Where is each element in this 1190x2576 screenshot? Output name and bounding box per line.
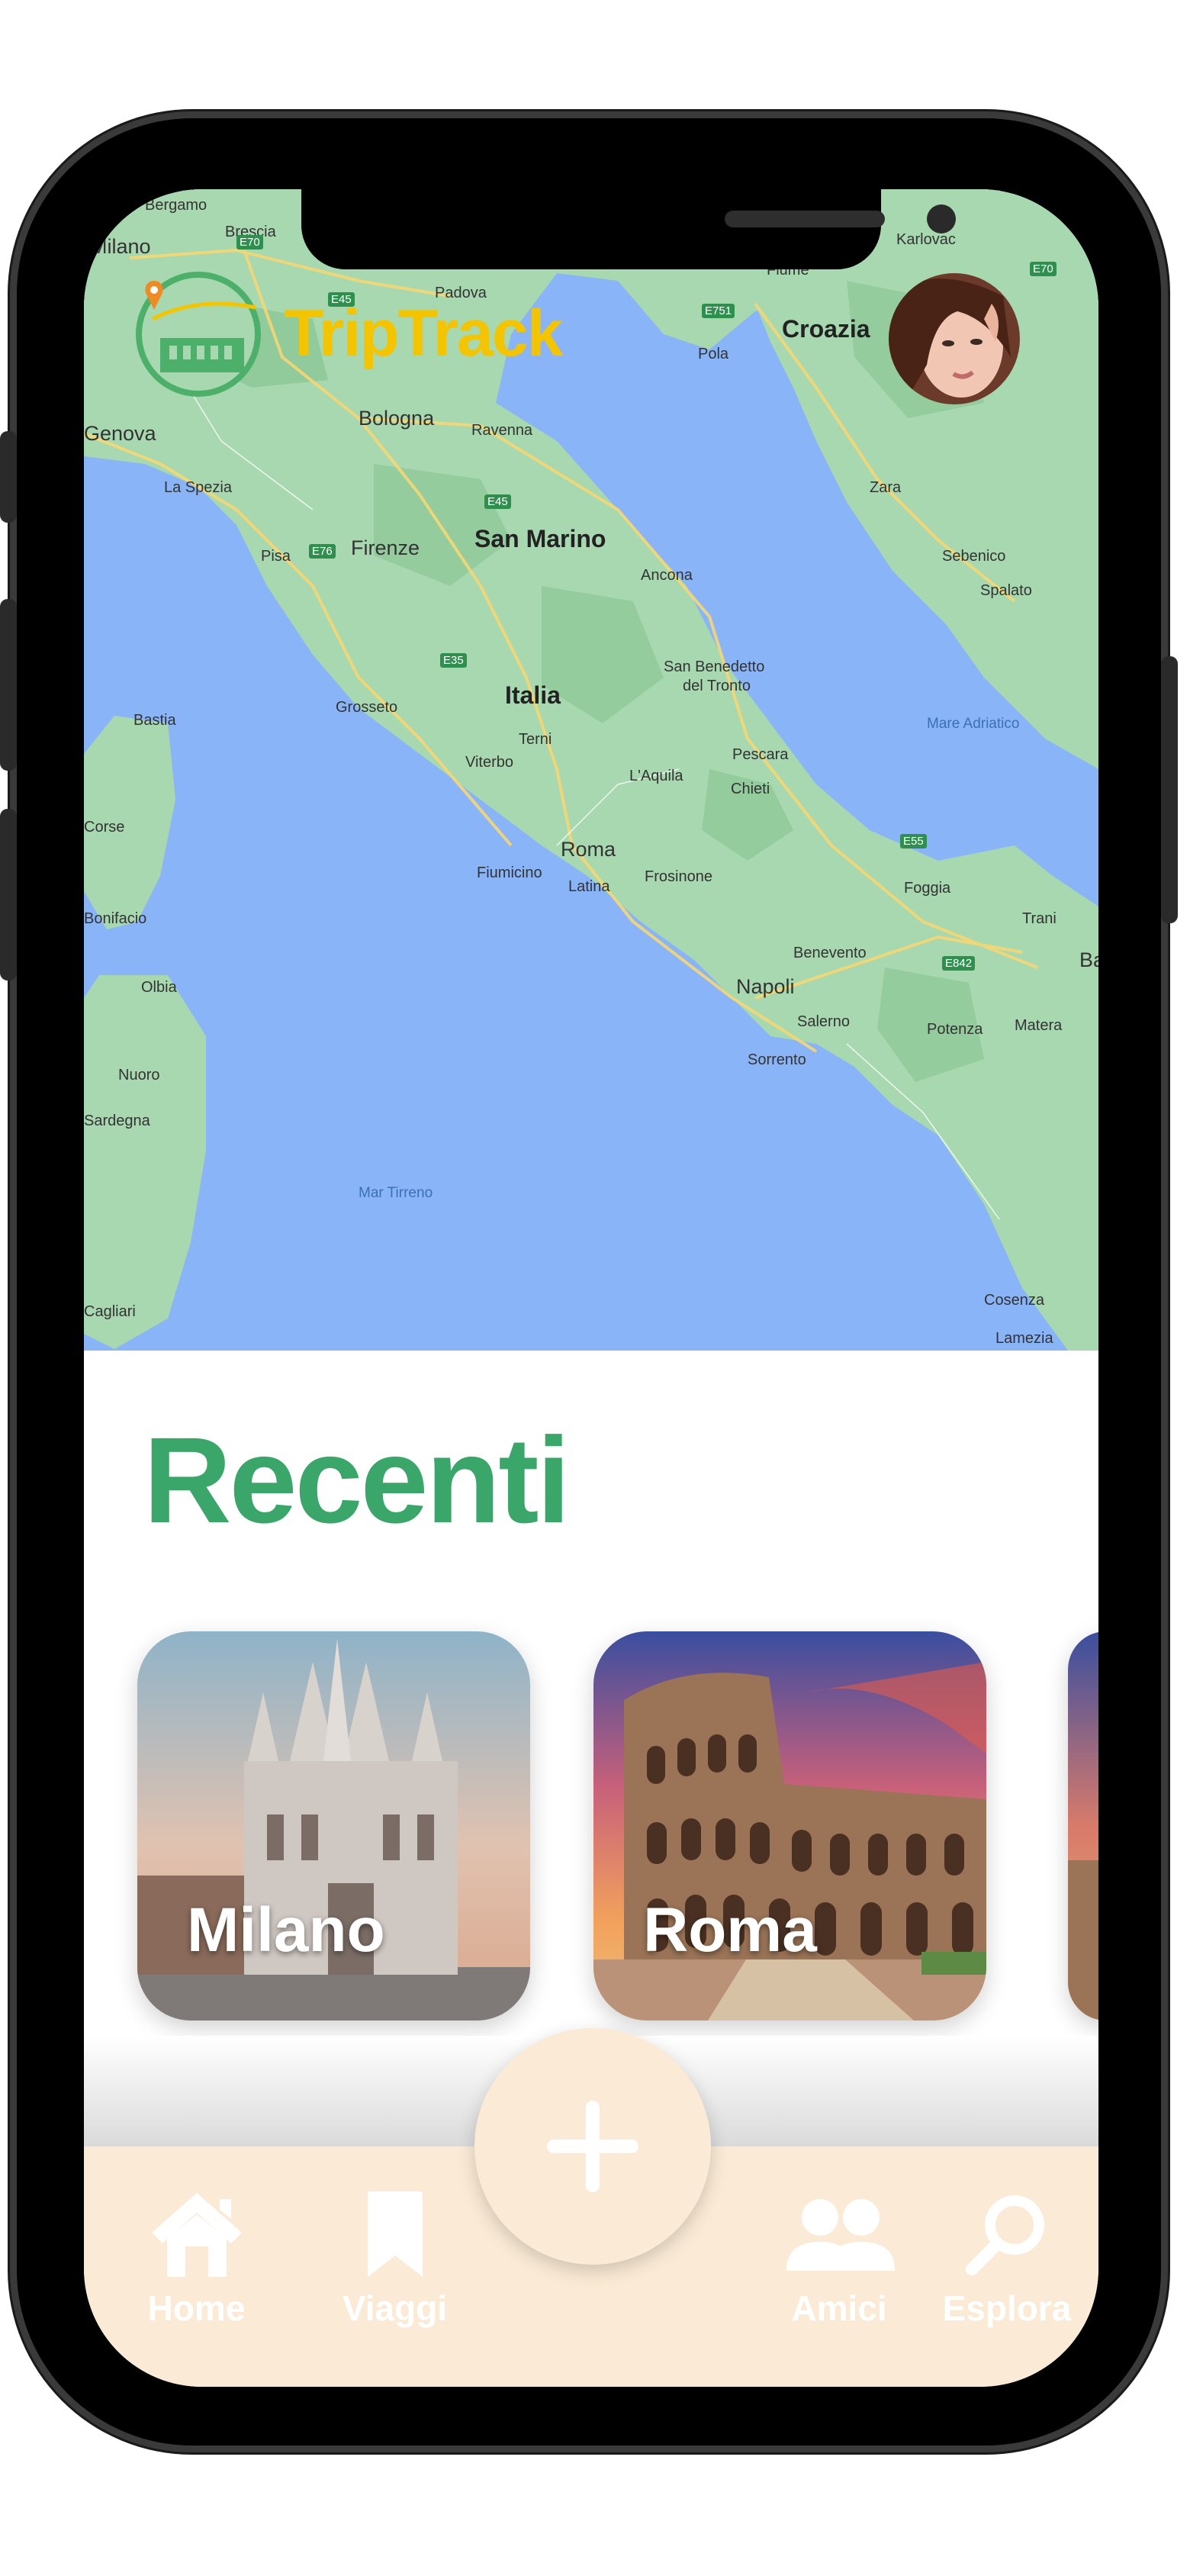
- map-place-label: Sardegna: [84, 1113, 150, 1129]
- nav-friends[interactable]: Amici: [782, 2188, 896, 2329]
- map-place-label: L'Aquila: [629, 768, 683, 784]
- map-place-label: Bergamo: [145, 197, 207, 214]
- map-place-label: Spalato: [980, 582, 1032, 599]
- map-place-label: Bonifacio: [84, 910, 147, 927]
- trip-card-roma[interactable]: Roma: [593, 1631, 986, 2021]
- map-road-label: E70: [236, 235, 263, 250]
- map-place-label: Viterbo: [465, 754, 514, 771]
- map-place-label: Chieti: [731, 781, 770, 797]
- map-place-label: Zara: [870, 479, 902, 496]
- map-place-label: Bologna: [359, 407, 435, 430]
- user-avatar[interactable]: [889, 273, 1020, 404]
- map-place-label: San Marino: [474, 525, 606, 552]
- map-place-label: Fiumicino: [477, 865, 542, 881]
- map-road-label: E55: [900, 834, 927, 848]
- map-place-label: Benevento: [793, 945, 867, 961]
- notch: [301, 189, 956, 269]
- front-camera: [927, 204, 956, 233]
- search-icon: [966, 2195, 1044, 2275]
- map-place-label: Pola: [698, 346, 729, 362]
- nav-home[interactable]: Home: [137, 2188, 256, 2329]
- trip-image-partial: [1068, 1631, 1098, 2021]
- mute-switch: [0, 431, 17, 523]
- app-name: TripTrack: [284, 297, 563, 370]
- map-place-label: Ba: [1079, 948, 1098, 971]
- map-place-label: Cagliari: [84, 1303, 136, 1320]
- volume-up-button: [0, 599, 17, 771]
- map-place-label: Cosenza: [984, 1292, 1044, 1309]
- users-icon: [786, 2199, 895, 2271]
- nav-trips-label: Viaggi: [342, 2288, 448, 2328]
- map-road-label: E70: [1030, 262, 1057, 276]
- map-sea-label: Mare Adriatico: [927, 716, 1020, 732]
- home-icon: [151, 2193, 242, 2277]
- map-place-label: Pescara: [732, 746, 789, 763]
- card-label: Roma: [643, 1895, 817, 1965]
- bookmark-icon: [367, 2191, 423, 2277]
- recent-section-title: Recenti: [143, 1412, 571, 1548]
- map-place-label: Pisa: [261, 548, 291, 565]
- map-place-label: Bastia: [133, 712, 176, 729]
- map-place-label: Corse: [84, 819, 125, 836]
- map-road-label: E842: [942, 956, 976, 971]
- map-place-label: Sebenico: [942, 548, 1006, 565]
- volume-down-button: [0, 809, 17, 980]
- map-place-label: Karlovac: [896, 231, 956, 248]
- map-place-label: Italia: [505, 681, 561, 709]
- map-place-label: del Tronto: [683, 678, 751, 694]
- map-place-label: Foggia: [904, 880, 951, 897]
- map-place-label: Croazia: [782, 315, 870, 343]
- map-place-label: Genova: [84, 422, 156, 445]
- map-place-label: Frosinone: [645, 868, 712, 885]
- card-label: Milano: [187, 1895, 385, 1965]
- map-place-label: Ravenna: [471, 422, 533, 439]
- nav-explore-label: Esplora: [942, 2288, 1072, 2328]
- map-road-label: E76: [309, 544, 336, 559]
- app-screen: Bergamo Brescia Milano Padova Fiume Karlovac P…: [84, 189, 1098, 2387]
- speaker: [725, 211, 885, 227]
- map-place-label: Nuoro: [118, 1067, 160, 1084]
- map-place-label: San Benedetto: [664, 658, 765, 675]
- map-sea-label: Mar Tirreno: [359, 1185, 433, 1201]
- map-place-label: Ancona: [641, 567, 693, 584]
- map-place-label: Matera: [1015, 1017, 1063, 1034]
- map-place-label: Salerno: [797, 1013, 850, 1030]
- map-place-label: Grosseto: [336, 699, 398, 716]
- map-place-label: La Spezia: [164, 479, 232, 496]
- map-road-label: E45: [484, 494, 511, 509]
- nav-trips[interactable]: Viaggi: [336, 2188, 454, 2329]
- add-trip-button[interactable]: [474, 2028, 711, 2265]
- trip-card-partial[interactable]: [1068, 1631, 1098, 2021]
- colosseum-logo-icon: [130, 266, 267, 403]
- map-place-label: Lamezia: [995, 1330, 1053, 1347]
- map-place-label: Napoli: [736, 975, 795, 998]
- nav-home-label: Home: [147, 2288, 246, 2328]
- map-place-label: Terni: [519, 731, 552, 748]
- power-button: [1161, 656, 1178, 923]
- map-road-label: E751: [702, 304, 735, 318]
- nav-friends-label: Amici: [791, 2288, 887, 2328]
- map-place-label: Latina: [568, 878, 610, 895]
- plus-icon-vertical: [586, 2101, 600, 2192]
- map-road-label: E35: [440, 653, 467, 668]
- nav-explore[interactable]: Esplora: [927, 2188, 1087, 2329]
- trip-card-milano[interactable]: Milano: [137, 1631, 530, 2021]
- map-place-label: Potenza: [927, 1021, 983, 1038]
- map-place-label: Trani: [1022, 910, 1057, 927]
- map-place-label: Roma: [561, 838, 616, 861]
- map-place-label: Sorrento: [748, 1051, 806, 1068]
- map-place-label: Firenze: [351, 536, 420, 559]
- map-place-label: Milano: [90, 235, 151, 258]
- map-place-label: Olbia: [141, 979, 177, 996]
